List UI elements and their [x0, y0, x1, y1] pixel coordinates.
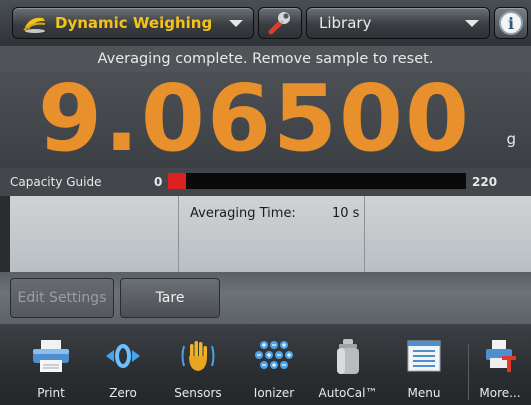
top-bar: Dynamic Weighing Library i: [0, 0, 531, 46]
application-info-panel: Averaging Time: 10 s: [10, 196, 531, 272]
library-dropdown[interactable]: Library: [306, 7, 490, 39]
print-button[interactable]: Print: [26, 324, 76, 405]
sensors-button[interactable]: Sensors: [170, 324, 226, 405]
edit-settings-button[interactable]: Edit Settings: [10, 278, 114, 318]
weight-reading: 9.06500: [37, 65, 471, 172]
toolbar-separator: [468, 344, 469, 400]
capacity-max: 220: [472, 175, 498, 189]
capacity-min: 0: [154, 175, 163, 189]
toolbar-label: Print: [37, 386, 65, 400]
zero-button[interactable]: Zero: [98, 324, 148, 405]
application-dropdown[interactable]: Dynamic Weighing: [12, 7, 254, 39]
toolbar-label: More...: [479, 386, 521, 400]
toolbar-label: Ionizer: [253, 386, 295, 400]
more-button[interactable]: More...: [472, 324, 528, 405]
application-name: Dynamic Weighing: [55, 14, 213, 32]
action-button-row: Edit Settings Tare: [0, 272, 531, 324]
panel-divider: [178, 196, 179, 272]
menu-button[interactable]: Menu: [396, 324, 452, 405]
ionizer-button[interactable]: Ionizer: [246, 324, 302, 405]
info-button[interactable]: i: [494, 7, 528, 39]
chevron-down-icon: [229, 20, 243, 27]
info-icon: i: [499, 11, 523, 35]
toolbar-label: Sensors: [174, 386, 222, 400]
menu-list-icon: [407, 340, 441, 372]
averaging-time-label: Averaging Time:: [190, 206, 296, 221]
settings-wrench-button[interactable]: [258, 7, 302, 39]
toolbar-label: Zero: [109, 386, 137, 400]
toolbar-label: AutoCal™: [318, 386, 378, 400]
hand-sensor-icon: [181, 341, 215, 371]
capacity-guide-label: Capacity Guide: [10, 175, 102, 189]
zero-icon: [106, 344, 140, 368]
capacity-guide: Capacity Guide 0 220: [0, 168, 531, 196]
weight-display: 9.06500 g: [0, 66, 531, 172]
autocal-button[interactable]: AutoCal™: [318, 324, 378, 405]
ionizer-icon: [255, 341, 293, 369]
toolbar-label: Menu: [407, 386, 441, 400]
capacity-bar-fill: [168, 173, 186, 189]
wrench-icon: [268, 12, 290, 35]
calibration-weight-icon: [337, 339, 359, 374]
weight-unit: g: [506, 130, 516, 148]
chevron-down-icon: [465, 20, 479, 27]
dynamic-weighing-icon: [23, 17, 46, 33]
panel-divider: [364, 196, 365, 272]
bottom-toolbar: Print Zero Sensors Ionizer AutoCal™ Menu…: [0, 324, 531, 405]
averaging-time-value: 10 s: [332, 206, 360, 221]
library-label: Library: [319, 14, 372, 32]
more-icon: [486, 340, 516, 372]
printer-icon: [33, 340, 69, 372]
capacity-bar: [168, 173, 466, 189]
tare-button[interactable]: Tare: [120, 278, 220, 318]
